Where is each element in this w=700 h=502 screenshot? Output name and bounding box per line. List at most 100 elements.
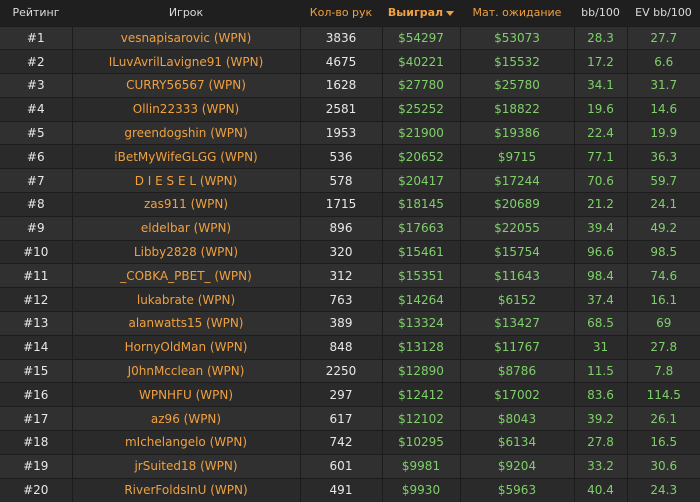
player-link[interactable]: ILuvAvrilLavigne91 (WPN): [71, 49, 300, 74]
won-cell: $18145: [381, 192, 460, 217]
rank-cell: #19: [0, 453, 72, 479]
bb-cell: 22.4: [573, 120, 627, 145]
ev-cell: $13427: [459, 311, 574, 336]
ev-cell: $11767: [459, 334, 574, 360]
evbb-cell: 59.7: [626, 168, 700, 193]
evbb-cell: 24.1: [626, 192, 700, 217]
player-link[interactable]: _COBKA_PBET_ (WPN): [71, 263, 300, 288]
ev-cell: $17002: [459, 382, 574, 407]
bb-cell: 39.2: [573, 406, 627, 431]
rank-cell: #7: [0, 168, 72, 193]
bb-cell: 83.6: [573, 382, 627, 407]
bb-cell: 19.6: [573, 96, 627, 122]
evbb-cell: 98.5: [626, 239, 700, 264]
table-row: #12 lukabrate (WPN) 763 $14264 $6152 37.4 16.1: [0, 287, 700, 312]
hands-cell: 389: [299, 311, 382, 336]
rank-cell: #1: [0, 25, 72, 50]
player-link[interactable]: HornyOldMan (WPN): [71, 334, 300, 360]
player-link[interactable]: greendogshin (WPN): [71, 120, 300, 145]
evbb-cell: 49.2: [626, 215, 700, 241]
player-link[interactable]: WPNHFU (WPN): [71, 382, 300, 407]
hands-cell: 617: [299, 406, 382, 431]
sort-desc-icon: [446, 10, 455, 16]
ev-cell: $5963: [459, 477, 574, 502]
rank-cell: #20: [0, 477, 72, 502]
evbb-cell: 16.5: [626, 430, 700, 455]
hands-cell: 491: [299, 477, 382, 502]
header-hands[interactable]: Кол-во рук: [300, 0, 382, 26]
ev-cell: $19386: [459, 120, 574, 145]
header-evbb[interactable]: EV bb/100: [627, 0, 700, 26]
won-cell: $21900: [381, 120, 460, 145]
rank-cell: #17: [0, 406, 72, 431]
evbb-cell: 19.9: [626, 120, 700, 145]
player-link[interactable]: mIchelangelo (WPN): [71, 430, 300, 455]
ev-cell: $22055: [459, 215, 574, 241]
table-row: #2 ILuvAvrilLavigne91 (WPN) 4675 $40221 $155…: [0, 49, 700, 74]
hands-cell: 3836: [299, 25, 382, 50]
rank-cell: #10: [0, 239, 72, 264]
ev-cell: $8043: [459, 406, 574, 431]
won-cell: $15461: [381, 239, 460, 264]
header-won-label: Выиграл: [387, 6, 444, 20]
ev-cell: $20689: [459, 192, 574, 217]
ev-cell: $9204: [459, 453, 574, 479]
header-won[interactable]: Выиграл: [382, 0, 460, 26]
player-link[interactable]: RiverFoldsInU (WPN): [71, 477, 300, 502]
hands-cell: 312: [299, 263, 382, 288]
player-link[interactable]: alanwatts15 (WPN): [71, 311, 300, 336]
header-player[interactable]: Игрок: [72, 0, 300, 26]
rank-cell: #15: [0, 358, 72, 383]
player-link[interactable]: Ollin22333 (WPN): [71, 96, 300, 122]
ev-cell: $53073: [459, 25, 574, 50]
ev-cell: $25780: [459, 73, 574, 98]
player-link[interactable]: lukabrate (WPN): [71, 287, 300, 312]
player-link[interactable]: vesnapisarovic (WPN): [71, 25, 300, 50]
evbb-cell: 14.6: [626, 96, 700, 122]
rank-cell: #16: [0, 382, 72, 407]
table-row: #20 RiverFoldsInU (WPN) 491 $9930 $5963 40.4 2…: [0, 477, 700, 502]
evbb-cell: 36.3: [626, 144, 700, 169]
header-bb[interactable]: bb/100: [574, 0, 627, 26]
won-cell: $54297: [381, 25, 460, 50]
rank-cell: #6: [0, 144, 72, 169]
ev-cell: $17244: [459, 168, 574, 193]
player-link[interactable]: CURRY56567 (WPN): [71, 73, 300, 98]
table-row: #18 mIchelangelo (WPN) 742 $10295 $6134 27.8 1…: [0, 430, 700, 455]
player-link[interactable]: zas911 (WPN): [71, 192, 300, 217]
won-cell: $40221: [381, 49, 460, 74]
evbb-cell: 27.8: [626, 334, 700, 360]
ev-cell: $6152: [459, 287, 574, 312]
player-link[interactable]: iBetMyWifeGLGG (WPN): [71, 144, 300, 169]
won-cell: $14264: [381, 287, 460, 312]
table-row: #9 eldelbar (WPN) 896 $17663 $22055 39.4 49.2: [0, 215, 700, 241]
rank-cell: #14: [0, 334, 72, 360]
ev-cell: $11643: [459, 263, 574, 288]
player-link[interactable]: D I E S E L (WPN): [71, 168, 300, 193]
rank-cell: #18: [0, 430, 72, 455]
header-ev[interactable]: Мат. ожидание: [460, 0, 574, 26]
player-link[interactable]: Libby2828 (WPN): [71, 239, 300, 264]
header-rank[interactable]: Рейтинг: [0, 0, 72, 26]
bb-cell: 96.6: [573, 239, 627, 264]
won-cell: $15351: [381, 263, 460, 288]
bb-cell: 11.5: [573, 358, 627, 383]
bb-cell: 37.4: [573, 287, 627, 312]
hands-cell: 320: [299, 239, 382, 264]
table-row: #15 J0hnMcclean (WPN) 2250 $12890 $8786 11.5 7…: [0, 358, 700, 383]
evbb-cell: 6.6: [626, 49, 700, 74]
ev-cell: $15532: [459, 49, 574, 74]
player-link[interactable]: J0hnMcclean (WPN): [71, 358, 300, 383]
player-link[interactable]: az96 (WPN): [71, 406, 300, 431]
bb-cell: 31: [573, 334, 627, 360]
player-link[interactable]: eldelbar (WPN): [71, 215, 300, 241]
player-link[interactable]: jrSuited18 (WPN): [71, 453, 300, 479]
won-cell: $17663: [381, 215, 460, 241]
won-cell: $27780: [381, 73, 460, 98]
hands-cell: 2581: [299, 96, 382, 122]
evbb-cell: 26.1: [626, 406, 700, 431]
rank-cell: #4: [0, 96, 72, 122]
won-cell: $13128: [381, 334, 460, 360]
bb-cell: 17.2: [573, 49, 627, 74]
won-cell: $13324: [381, 311, 460, 336]
